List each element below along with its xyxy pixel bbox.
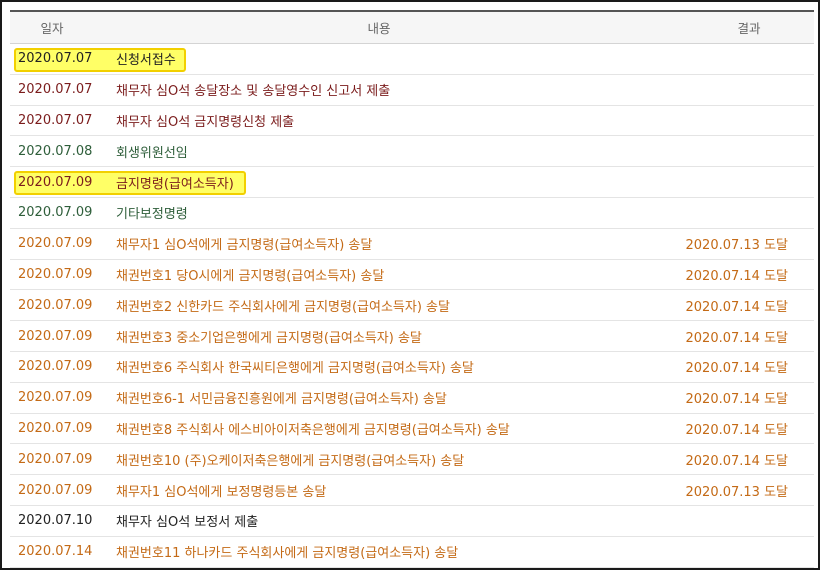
- row-date: 2020.07.09: [18, 205, 93, 221]
- table-row: 2020.07.14 채권번호11 하나카드 주식회사에게 금지명령(급여소득자)…: [10, 537, 814, 568]
- row-date: 2020.07.09: [18, 359, 93, 375]
- row-date: 2020.07.09: [18, 420, 93, 436]
- row-date: 2020.07.14: [18, 544, 93, 560]
- row-content: 채권번호6-1 서민금융진흥원에게 금지명령(급여소득자) 송달: [116, 392, 447, 408]
- row-date: 2020.07.07: [18, 82, 93, 98]
- header-content: 내용: [367, 21, 391, 36]
- row-content: 채권번호1 당O시에게 금지명령(급여소득자) 송달: [116, 268, 385, 284]
- row-result: 2020.07.13 도달: [685, 238, 789, 254]
- row-result: 2020.07.14 도달: [685, 299, 789, 315]
- table-header: 일자 내용 결과: [10, 10, 814, 44]
- table-row: 2020.07.09 채무자1 심O석에게 보정명령등본 송달 2020.07.13…: [10, 475, 814, 506]
- header-result: 결과: [737, 21, 761, 36]
- row-content: 채무자1 심O석에게 보정명령등본 송달: [116, 484, 327, 500]
- table-row: 2020.07.09 채권번호6 주식회사 한국씨티은행에게 금지명령(급여소득자…: [10, 352, 814, 383]
- table-row: 2020.07.07 신청서접수: [10, 44, 814, 75]
- row-date: 2020.07.09: [18, 328, 93, 344]
- table-row: 2020.07.08 회생위원선임: [10, 136, 814, 168]
- header-date: 일자: [40, 21, 64, 36]
- row-content: 채권번호2 신한카드 주식회사에게 금지명령(급여소득자) 송달: [116, 299, 450, 315]
- row-content: 채무자 심O석 보정서 제출: [116, 515, 259, 531]
- table-row: 2020.07.09 채권번호1 당O시에게 금지명령(급여소득자) 송달 2020…: [10, 260, 814, 291]
- row-content: 채권번호6 주식회사 한국씨티은행에게 금지명령(급여소득자) 송달: [116, 361, 474, 377]
- row-date: 2020.07.09: [18, 297, 93, 313]
- row-result: 2020.07.14 도달: [685, 453, 789, 469]
- row-content: 금지명령(급여소득자): [116, 176, 234, 192]
- table-row: 2020.07.09 채권번호2 신한카드 주식회사에게 금지명령(급여소득자) …: [10, 290, 814, 322]
- table-row: 2020.07.09 금지명령(급여소득자): [10, 167, 814, 198]
- case-history-table: 일자 내용 결과 2020.07.07 신청서접수 2020.07.07 채무자 심O…: [10, 10, 814, 568]
- row-date: 2020.07.09: [18, 236, 93, 252]
- table-row: 2020.07.07 채무자 심O석 금지명령신청 제출: [10, 106, 814, 137]
- screenshot-frame: 일자 내용 결과 2020.07.07 신청서접수 2020.07.07 채무자 심O…: [0, 0, 820, 570]
- row-content: 채무자 심O석 금지명령신청 제출: [116, 114, 295, 130]
- row-result: 2020.07.14 도달: [685, 268, 789, 284]
- row-result: 2020.07.14 도달: [685, 330, 789, 346]
- table-row: 2020.07.09 채권번호10 (주)오케이저축은행에게 금지명령(급여소득자…: [10, 444, 814, 476]
- table-row: 2020.07.09 채무자1 심O석에게 금지명령(급여소득자) 송달 2020.…: [10, 229, 814, 260]
- row-date: 2020.07.09: [18, 174, 93, 190]
- row-date: 2020.07.09: [18, 390, 93, 406]
- table-row: 2020.07.09 채권번호3 중소기업은행에게 금지명령(급여소득자) 송달 2…: [10, 321, 814, 352]
- row-date: 2020.07.09: [18, 451, 93, 467]
- row-content: 채권번호3 중소기업은행에게 금지명령(급여소득자) 송달: [116, 330, 422, 346]
- row-result: 2020.07.14 도달: [685, 422, 789, 438]
- table-body: 2020.07.07 신청서접수 2020.07.07 채무자 심O석 송달장소 및 …: [10, 44, 814, 568]
- table-row: 2020.07.09 채권번호8 주식회사 에스비아이저축은행에게 금지명령(급여…: [10, 414, 814, 445]
- row-content: 채권번호11 하나카드 주식회사에게 금지명령(급여소득자) 송달: [116, 546, 459, 562]
- row-date: 2020.07.10: [18, 513, 93, 529]
- row-content: 신청서접수: [116, 53, 176, 69]
- row-content: 채무자 심O석 송달장소 및 송달영수인 신고서 제출: [116, 84, 391, 100]
- table-row: 2020.07.09 기타보정명령: [10, 198, 814, 229]
- row-content: 채권번호10 (주)오케이저축은행에게 금지명령(급여소득자) 송달: [116, 453, 465, 469]
- row-date: 2020.07.07: [18, 51, 93, 67]
- row-result: 2020.07.13 도달: [685, 484, 789, 500]
- row-date: 2020.07.07: [18, 112, 93, 128]
- table-row: 2020.07.09 채권번호6-1 서민금융진흥원에게 금지명령(급여소득자) …: [10, 383, 814, 414]
- row-result: 2020.07.14 도달: [685, 392, 789, 408]
- table-row: 2020.07.10 채무자 심O석 보정서 제출: [10, 506, 814, 537]
- row-date: 2020.07.08: [18, 143, 93, 159]
- row-content: 채무자1 심O석에게 금지명령(급여소득자) 송달: [116, 238, 373, 254]
- row-date: 2020.07.09: [18, 482, 93, 498]
- table-row: 2020.07.07 채무자 심O석 송달장소 및 송달영수인 신고서 제출: [10, 75, 814, 106]
- row-result: 2020.07.14 도달: [685, 361, 789, 377]
- row-date: 2020.07.09: [18, 266, 93, 282]
- row-content: 기타보정명령: [116, 207, 188, 223]
- row-content: 회생위원선임: [116, 145, 188, 161]
- row-content: 채권번호8 주식회사 에스비아이저축은행에게 금지명령(급여소득자) 송달: [116, 422, 510, 438]
